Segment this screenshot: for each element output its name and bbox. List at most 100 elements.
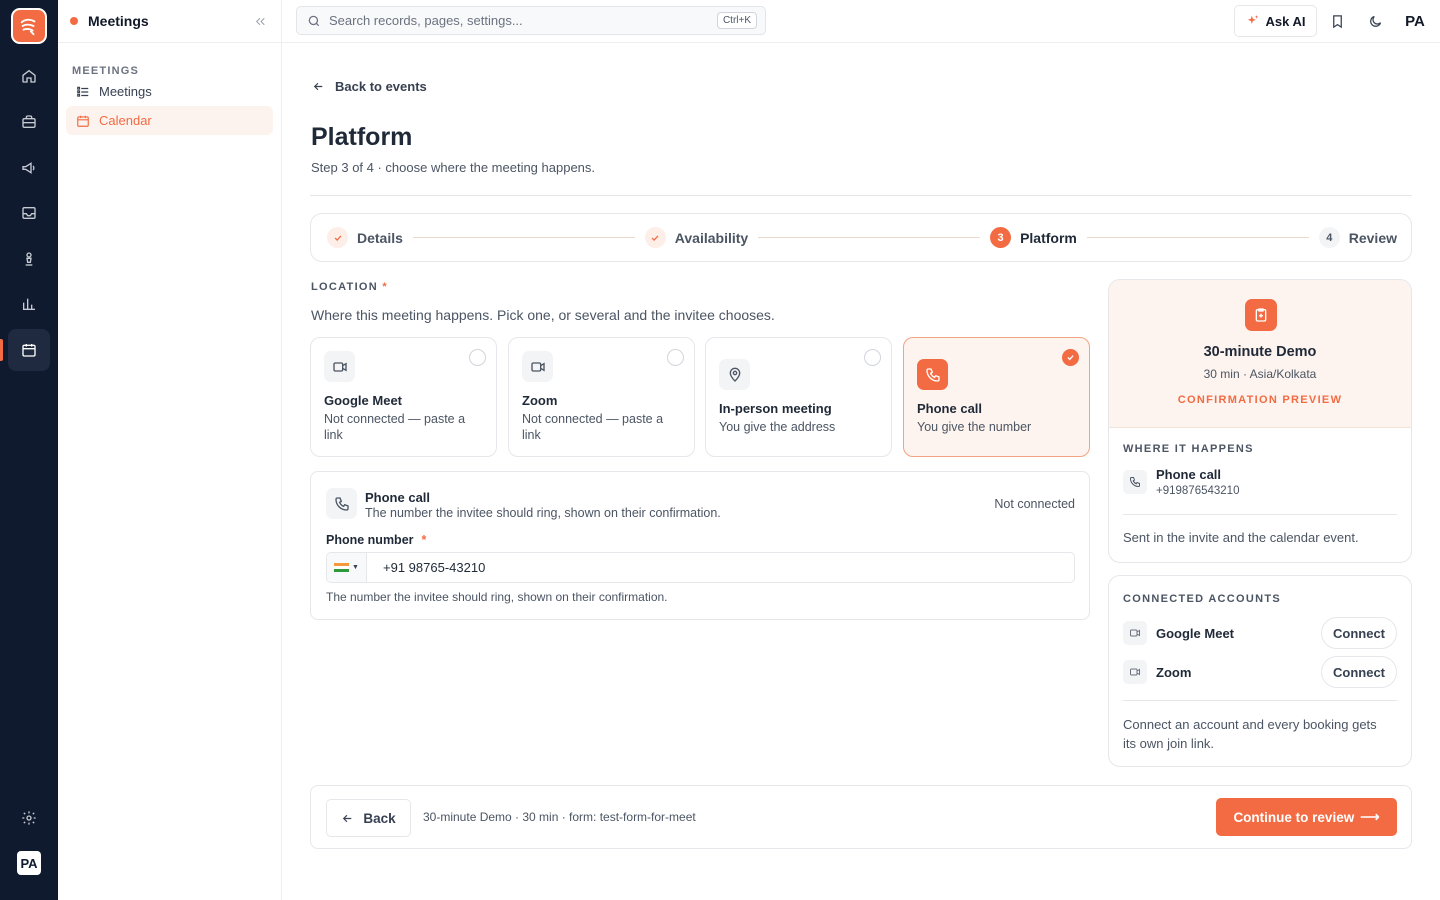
phone-number-input[interactable] (367, 560, 1074, 575)
logo-icon[interactable] (11, 8, 47, 44)
phone-card-desc: The number the invitee should ring, show… (365, 506, 721, 520)
step-connector (412, 237, 635, 238)
step-label: Availability (674, 229, 749, 246)
shortcut-badge: Ctrl+K (716, 12, 757, 29)
step-review[interactable]: 4 Review (1318, 227, 1397, 248)
check-icon (327, 227, 348, 248)
home-icon[interactable] (8, 55, 50, 97)
ask-ai-button[interactable]: Ask AI (1234, 5, 1317, 37)
option-desc: Not connected — paste a link (522, 412, 664, 442)
sidebar-section-label: MEETINGS (72, 65, 140, 77)
briefcase-icon[interactable] (8, 101, 50, 143)
option-radio[interactable] (469, 349, 486, 366)
settings-icon[interactable] (8, 797, 50, 839)
back-button-label: Back (363, 810, 396, 826)
phone-call-card: Phone call The number the invitee should… (310, 471, 1090, 620)
option-zoom[interactable]: Zoom Not connected — paste a link (508, 337, 695, 457)
option-phone-call[interactable]: Phone call You give the number (903, 337, 1090, 457)
step-connector (758, 237, 981, 238)
accounts-note: Connect an account and every booking get… (1123, 717, 1377, 751)
back-to-events-link[interactable]: Back to events (312, 79, 427, 94)
connection-status: Not connected (994, 497, 1075, 511)
required-mark: * (421, 533, 427, 547)
moon-icon[interactable] (1364, 10, 1386, 32)
page-title: Platform (311, 123, 413, 151)
back-button[interactable]: Back (326, 799, 411, 837)
sidebar-item-label: Meetings (99, 84, 152, 99)
step-availability[interactable]: Availability (644, 227, 749, 248)
chess-icon[interactable] (8, 238, 50, 280)
search-bar[interactable]: Ctrl+K (296, 6, 766, 35)
rail-active-indicator (0, 339, 3, 361)
account-name: Google Meet (1156, 625, 1235, 641)
user-avatar[interactable]: PA (1401, 8, 1429, 34)
phone-card-title: Phone call (365, 490, 431, 505)
country-select[interactable]: ▼ (327, 553, 367, 582)
preview-header: 30-minute Demo 30 min · Asia/Kolkata CON… (1109, 280, 1411, 428)
bookmark-icon[interactable] (1326, 10, 1348, 32)
main-content: Back to events Platform Step 3 of 4 · ch… (282, 43, 1440, 900)
step-platform[interactable]: 3 Platform (990, 227, 1077, 248)
footer-action-bar: Back 30-minute Demo · 30 min · form: tes… (310, 785, 1412, 849)
phone-icon (326, 488, 357, 519)
step-number: 3 (990, 227, 1012, 248)
account-name: Zoom (1156, 664, 1192, 680)
divider (1123, 514, 1397, 515)
phone-icon (917, 359, 948, 390)
preview-title: 30-minute Demo (1203, 344, 1317, 360)
connected-accounts: CONNECTED ACCOUNTS Google Meet Connect Z… (1108, 575, 1412, 767)
list-icon (76, 85, 90, 99)
continue-to-review-button[interactable]: Continue to review ⟶ (1216, 798, 1397, 836)
option-radio[interactable] (667, 349, 684, 366)
collapse-icon[interactable] (254, 15, 267, 28)
account-row-google-meet: Google Meet Connect (1123, 617, 1397, 649)
sidebar-item-meetings[interactable]: Meetings (66, 77, 273, 106)
step-label: Review (1348, 229, 1397, 246)
sparkle-icon (1246, 14, 1260, 28)
required-mark: * (382, 281, 388, 293)
option-google-meet[interactable]: Google Meet Not connected — paste a link (310, 337, 497, 457)
continue-label: Continue to review (1233, 809, 1355, 825)
option-radio[interactable] (864, 349, 881, 366)
check-icon[interactable] (1062, 349, 1079, 366)
search-input[interactable] (329, 13, 709, 28)
divider (1123, 700, 1397, 701)
megaphone-icon[interactable] (8, 147, 50, 189)
app-rail: PA (0, 0, 58, 900)
connect-zoom-button[interactable]: Connect (1321, 656, 1397, 688)
location-label-text: LOCATION (311, 281, 379, 293)
clipboard-icon (1245, 299, 1277, 331)
video-icon (1123, 660, 1147, 684)
option-name: Google Meet (324, 393, 403, 408)
rail-avatar[interactable]: PA (17, 851, 41, 875)
option-in-person[interactable]: In-person meeting You give the address (705, 337, 892, 457)
inbox-icon[interactable] (8, 192, 50, 234)
account-row-zoom: Zoom Connect (1123, 656, 1397, 688)
video-icon (324, 351, 355, 382)
phone-field-label-text: Phone number (326, 533, 414, 547)
calendar-icon[interactable] (8, 329, 50, 371)
preview-where: Phone call +919876543210 (1123, 467, 1239, 497)
calendar-icon (76, 114, 90, 128)
connect-google-meet-button[interactable]: Connect (1321, 617, 1397, 649)
option-name: In-person meeting (719, 401, 832, 416)
check-icon (644, 227, 666, 248)
location-label: LOCATION * (311, 281, 388, 293)
chevron-down-icon: ▼ (352, 564, 359, 571)
status-dot (70, 17, 78, 25)
option-name: Zoom (522, 393, 558, 408)
sidebar-header: Meetings (58, 0, 281, 43)
step-details[interactable]: Details (327, 227, 403, 248)
chart-icon[interactable] (8, 283, 50, 325)
preview-where-name: Phone call (1156, 467, 1222, 482)
preview-meta: 30 min · Asia/Kolkata (1203, 367, 1317, 381)
preview-section-label: WHERE IT HAPPENS (1123, 443, 1254, 455)
step-label: Platform (1020, 229, 1077, 246)
search-icon (307, 14, 321, 28)
arrow-right-icon: ⟶ (1360, 809, 1380, 824)
accounts-title: CONNECTED ACCOUNTS (1123, 593, 1282, 605)
sidebar-item-calendar[interactable]: Calendar (66, 106, 273, 135)
sidebar-item-label: Calendar (99, 113, 152, 128)
option-desc: You give the address (719, 420, 836, 434)
preview-note: Sent in the invite and the calendar even… (1123, 530, 1359, 545)
